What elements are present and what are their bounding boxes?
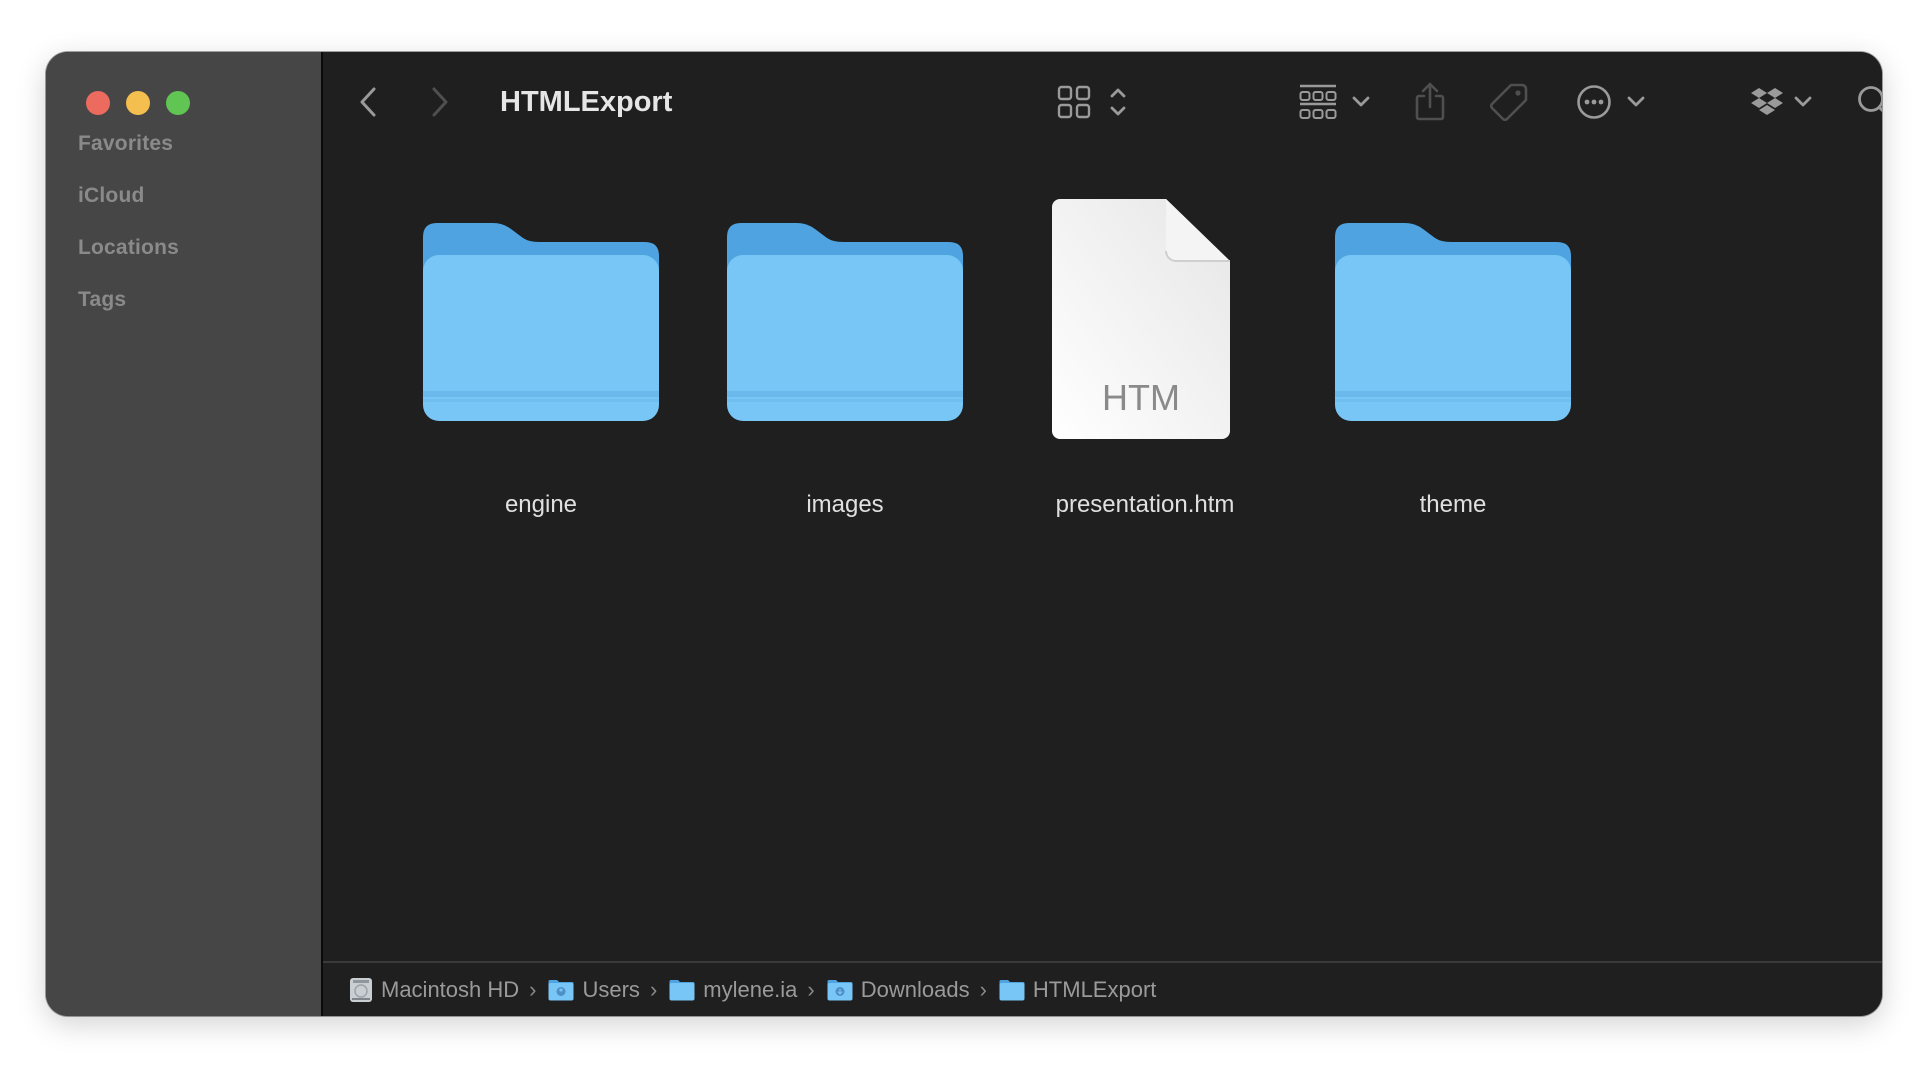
file-type-badge: HTM — [1102, 377, 1180, 418]
htm-document-icon: HTM — [1052, 199, 1230, 439]
path-item-label: mylene.ia — [703, 976, 798, 1002]
sidebar-section-tags[interactable]: Tags — [78, 288, 126, 312]
path-bar: Macintosh HD › Users › mylene.ia › Downl… — [323, 961, 1882, 1016]
file-name: theme — [1419, 491, 1487, 518]
file-item-images[interactable]: images — [715, 223, 975, 523]
file-name: images — [806, 491, 884, 518]
folder-icon — [423, 223, 659, 421]
path-item-label: HTMLExport — [1032, 976, 1157, 1002]
folder-icon — [727, 223, 963, 421]
folder-icon — [669, 979, 695, 1000]
minimize-button[interactable] — [126, 91, 150, 115]
path-separator: › — [529, 976, 537, 1002]
path-item-users[interactable]: Users — [548, 976, 640, 1003]
path-item-label: Macintosh HD — [381, 976, 520, 1002]
sidebar: Favorites iCloud Locations Tags — [46, 52, 321, 1016]
folder-icon — [999, 979, 1025, 1000]
users-folder-icon — [548, 979, 574, 1000]
traffic-lights — [86, 91, 190, 115]
path-item-label: Downloads — [860, 976, 970, 1002]
path-item-htmlexport[interactable]: HTMLExport — [999, 977, 1156, 1003]
content-area: HTMLExport engine images HTM presentatio… — [323, 52, 1882, 1016]
path-item-mylene-ia[interactable]: mylene.ia — [669, 977, 797, 1003]
sidebar-section-icloud[interactable]: iCloud — [78, 184, 145, 208]
sidebar-section-favorites[interactable]: Favorites — [78, 132, 173, 156]
finder-window: Favorites iCloud Locations Tags HTMLExpo… — [46, 52, 1882, 1016]
path-separator: › — [979, 976, 987, 1002]
file-item-engine[interactable]: engine — [411, 223, 671, 523]
path-item-macintosh-hd[interactable]: Macintosh HD — [349, 977, 519, 1003]
file-name: presentation.htm — [1055, 491, 1235, 518]
sidebar-section-locations[interactable]: Locations — [78, 236, 179, 260]
path-separator: › — [807, 976, 815, 1002]
path-item-label: Users — [582, 976, 640, 1002]
file-item-theme[interactable]: theme — [1323, 223, 1583, 523]
file-name: engine — [504, 491, 578, 518]
file-grid: engine images HTM presentation.htm theme — [323, 52, 1882, 1016]
close-button[interactable] — [86, 91, 110, 115]
downloads-folder-icon — [827, 979, 853, 1000]
hard-drive-icon — [350, 977, 372, 1002]
path-item-downloads[interactable]: Downloads — [827, 977, 970, 1003]
file-item-presentation-htm[interactable]: HTM presentation.htm — [1015, 199, 1275, 523]
folder-icon — [1335, 223, 1571, 421]
zoom-button[interactable] — [166, 91, 190, 115]
path-separator: › — [649, 976, 658, 1002]
